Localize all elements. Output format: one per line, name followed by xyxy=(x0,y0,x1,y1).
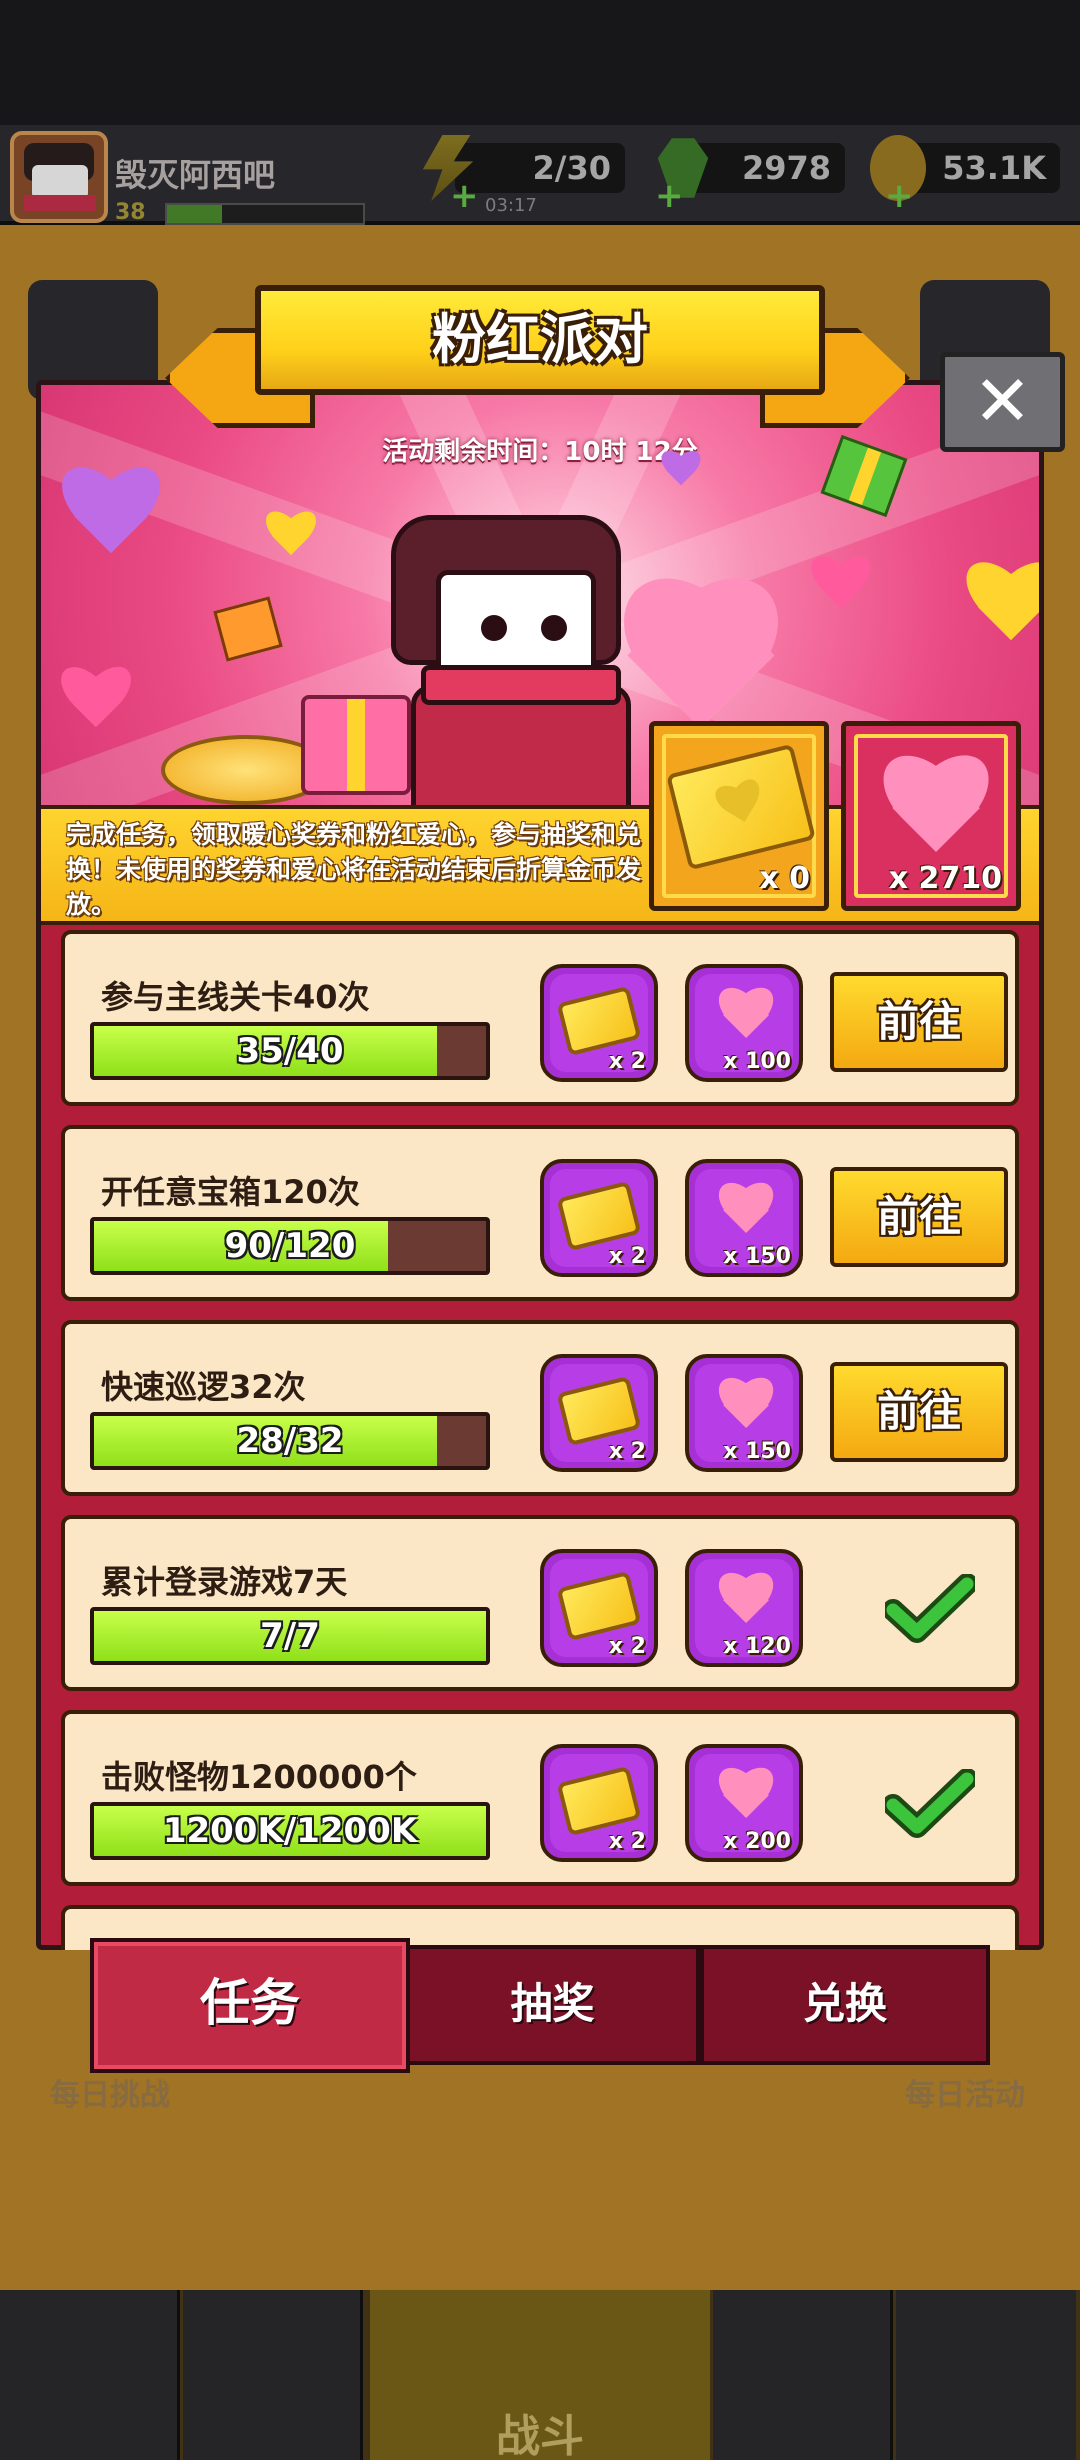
task-title: 击败怪物1200000个 xyxy=(101,1758,417,1796)
heart-reward[interactable]: x 100 xyxy=(685,964,803,1082)
heart-icon xyxy=(715,1768,777,1830)
heart-reward-count: x 200 xyxy=(723,1829,791,1854)
task-title: 快速巡逻32次 xyxy=(101,1368,306,1406)
checkmark-icon xyxy=(885,1769,975,1838)
task-progress-bar: 1200K/1200K xyxy=(90,1802,490,1860)
tab-tasks[interactable]: 任务 xyxy=(90,1938,410,2073)
event-title: 粉红派对 xyxy=(255,285,825,395)
ticket-reward-count: x 2 xyxy=(608,1049,646,1074)
progress-text: 90/120 xyxy=(224,1226,356,1266)
task-row: 累计登录游戏7天 7/7 x 2 x 120 xyxy=(61,1515,1019,1691)
progress-text: 1200K/1200K xyxy=(162,1811,418,1851)
heart-reward-count: x 120 xyxy=(723,1634,791,1659)
heart-reward[interactable]: x 150 xyxy=(685,1159,803,1277)
heart-reward-count: x 150 xyxy=(723,1439,791,1464)
event-modal: 活动剩余时间：10时 12分 完成任务，领取暖心奖券和粉红爱心，参与抽奖和兑换！… xyxy=(36,380,1044,1950)
pink-heart-decoration xyxy=(811,555,871,621)
heart-icon xyxy=(715,1573,777,1635)
ticket-balance: x 0 xyxy=(649,721,829,911)
event-description: 完成任务，领取暖心奖券和粉红爱心，参与抽奖和兑换！未使用的奖券和爱心将在活动结束… xyxy=(66,820,642,919)
task-progress-bar: 35/40 xyxy=(90,1022,490,1080)
heart-icon xyxy=(715,988,777,1050)
heart-icon xyxy=(715,1183,777,1245)
tab-lottery[interactable]: 抽奖 xyxy=(405,1945,700,2065)
tab-exchange[interactable]: 兑换 xyxy=(700,1945,990,2065)
ticket-reward-count: x 2 xyxy=(608,1829,646,1854)
heart-icon xyxy=(876,756,996,876)
heart-count: x 2710 xyxy=(888,861,1002,896)
ticket-reward-count: x 2 xyxy=(608,1439,646,1464)
task-row: 击败怪物1200000个 1200K/1200K x 2 x 200 xyxy=(61,1710,1019,1886)
orange-gift-decoration xyxy=(213,596,283,662)
task-title: 累计登录游戏7天 xyxy=(101,1563,348,1601)
task-progress-bar: 7/7 xyxy=(90,1607,490,1665)
yellow-heart-decoration xyxy=(966,560,1039,660)
ticket-reward-count: x 2 xyxy=(608,1634,646,1659)
ticket-reward[interactable]: x 2 xyxy=(540,1354,658,1472)
ticket-reward[interactable]: x 2 xyxy=(540,1159,658,1277)
close-button[interactable]: ✕ xyxy=(940,352,1065,452)
ticket-reward-count: x 2 xyxy=(608,1244,646,1269)
task-row: 参与主线关卡40次 35/40 x 2 x 100 前往 xyxy=(61,930,1019,1106)
checkmark-icon xyxy=(885,1574,975,1643)
yellow-heart-decoration xyxy=(266,510,316,566)
progress-text: 7/7 xyxy=(260,1616,320,1656)
progress-text: 28/32 xyxy=(236,1421,344,1461)
heart-reward[interactable]: x 120 xyxy=(685,1549,803,1667)
task-row: 快速巡逻32次 28/32 x 2 x 150 前往 xyxy=(61,1320,1019,1496)
ticket-count: x 0 xyxy=(759,861,810,896)
go-button[interactable]: 前往 xyxy=(830,1362,1008,1462)
game-screen: 毁灭阿西吧 38 2/30 + 03:17 2978 + 53.1K + 每日挑… xyxy=(0,0,1080,2460)
heart-reward-count: x 150 xyxy=(723,1244,791,1269)
purple-heart-decoration xyxy=(61,465,161,575)
character-illustration xyxy=(381,515,641,805)
go-button[interactable]: 前往 xyxy=(830,1167,1008,1267)
progress-text: 35/40 xyxy=(236,1031,344,1071)
event-info-strip: 完成任务，领取暖心奖券和粉红爱心，参与抽奖和兑换！未使用的奖券和爱心将在活动结束… xyxy=(41,721,1039,925)
heart-reward[interactable]: x 150 xyxy=(685,1354,803,1472)
go-button[interactable]: 前往 xyxy=(830,972,1008,1072)
task-title: 开任意宝箱120次 xyxy=(101,1173,360,1211)
task-progress-bar: 28/32 xyxy=(90,1412,490,1470)
heart-icon xyxy=(715,1378,777,1440)
purple-heart-decoration xyxy=(661,450,701,494)
task-progress-bar: 90/120 xyxy=(90,1217,490,1275)
pink-heart-decoration xyxy=(61,665,131,743)
heart-reward[interactable]: x 200 xyxy=(685,1744,803,1862)
task-title: 参与主线关卡40次 xyxy=(101,978,370,1016)
ticket-reward[interactable]: x 2 xyxy=(540,1549,658,1667)
task-row: 开任意宝箱120次 90/120 x 2 x 150 前往 xyxy=(61,1125,1019,1301)
heart-reward-count: x 100 xyxy=(723,1049,791,1074)
ticket-reward[interactable]: x 2 xyxy=(540,1744,658,1862)
ticket-reward[interactable]: x 2 xyxy=(540,964,658,1082)
heart-balance: x 2710 xyxy=(841,721,1021,911)
task-list[interactable]: 参与主线关卡40次 35/40 x 2 x 100 前往 开任意宝箱120次 9… xyxy=(41,930,1039,1950)
